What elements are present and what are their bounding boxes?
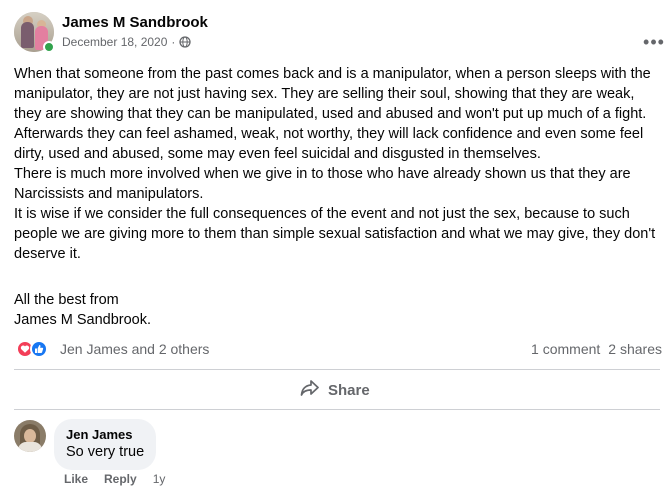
more-options-button[interactable]: ••• [642, 30, 666, 54]
signoff-line: All the best from [14, 292, 119, 308]
post-signoff: All the best from James M Sandbrook. [14, 290, 151, 330]
signoff-line: James M Sandbrook. [14, 312, 152, 328]
post-header: James M Sandbrook December 18, 2020 · ••… [14, 12, 664, 56]
meta-separator: · [171, 35, 176, 49]
divider [14, 409, 660, 410]
post-author-name[interactable]: James M Sandbrook [62, 14, 208, 31]
reaction-icons[interactable] [16, 338, 48, 360]
like-icon [30, 340, 48, 358]
comment-bubble: Jen James So very true [54, 419, 157, 470]
online-status-dot [43, 41, 55, 53]
more-icon: ••• [643, 31, 665, 52]
comment-reply-button[interactable]: Reply [104, 472, 137, 486]
comment-age[interactable]: 1y [153, 472, 166, 486]
post-paragraph: When that someone from the past comes ba… [14, 66, 651, 122]
comment-author[interactable]: Jen James [66, 427, 144, 443]
engagement-counts: 1 comment 2 shares [531, 341, 662, 357]
post-paragraph: Afterwards they can feel ashamed, weak, … [14, 126, 644, 162]
post-text: When that someone from the past comes ba… [14, 64, 659, 264]
post-paragraph: There is much more involved when we give… [14, 166, 631, 202]
comment-text: So very true [66, 444, 145, 460]
commenter-avatar[interactable] [14, 420, 46, 452]
share-label: Share [328, 381, 370, 399]
comment-like-button[interactable]: Like [64, 472, 88, 486]
share-count[interactable]: 2 shares [608, 341, 662, 357]
comment-count[interactable]: 1 comment [531, 341, 600, 357]
post-date[interactable]: December 18, 2020 [62, 35, 167, 49]
globe-icon[interactable] [179, 36, 192, 48]
divider [14, 369, 660, 370]
share-button[interactable]: Share [300, 378, 370, 402]
comment-actions: Like Reply 1y [64, 472, 165, 486]
post-meta: December 18, 2020 · [62, 35, 192, 49]
post-paragraph: It is wise if we consider the full conse… [14, 206, 656, 262]
share-icon [300, 379, 320, 401]
reactors-summary[interactable]: Jen James and 2 others [60, 341, 209, 357]
